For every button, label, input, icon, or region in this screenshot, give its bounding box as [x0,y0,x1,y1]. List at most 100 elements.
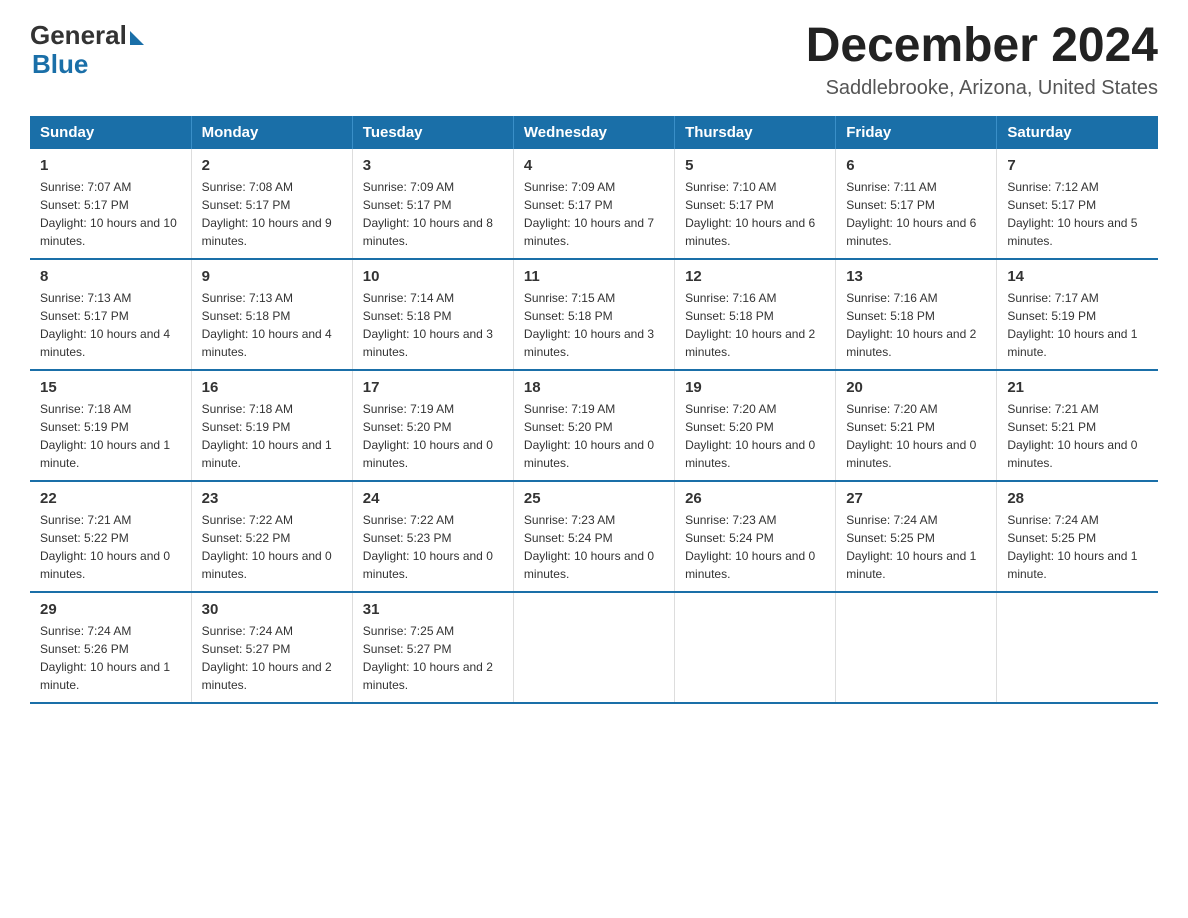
week-row-1: 1 Sunrise: 7:07 AMSunset: 5:17 PMDaylight… [30,149,1158,259]
page-header: General Blue December 2024 Saddlebrooke,… [30,20,1158,100]
day-cell-11: 11Sunrise: 7:15 AMSunset: 5:18 PMDayligh… [513,259,674,370]
day-cell-26: 26 Sunrise: 7:23 AMSunset: 5:24 PMDayligh… [675,481,836,592]
day-number: 5 [685,157,825,174]
logo-blue-text: Blue [30,49,88,80]
day-number: 1 [40,157,181,174]
day-cell-12: 12 Sunrise: 7:16 AMSunset: 5:18 PMDayligh… [675,259,836,370]
day-cell-5: 5 Sunrise: 7:10 AMSunset: 5:17 PMDaylight… [675,149,836,259]
location-text: Saddlebrooke, Arizona, United States [806,77,1158,100]
day-number: 16 [202,379,342,396]
day-cell-3: 3 Sunrise: 7:09 AMSunset: 5:17 PMDaylight… [352,149,513,259]
day-cell-empty [836,592,997,703]
day-info: Sunrise: 7:16 AMSunset: 5:18 PMDaylight:… [846,289,986,361]
day-number: 6 [846,157,986,174]
day-info: Sunrise: 7:21 AMSunset: 5:21 PMDaylight:… [1007,400,1148,472]
week-row-4: 22 Sunrise: 7:21 AMSunset: 5:22 PMDayligh… [30,481,1158,592]
day-info: Sunrise: 7:16 AMSunset: 5:18 PMDaylight:… [685,289,825,361]
day-cell-31: 31Sunrise: 7:25 AMSunset: 5:27 PMDayligh… [352,592,513,703]
day-cell-6: 6Sunrise: 7:11 AMSunset: 5:17 PMDaylight… [836,149,997,259]
day-info: Sunrise: 7:19 AMSunset: 5:20 PMDaylight:… [363,400,503,472]
day-number: 26 [685,490,825,507]
logo: General Blue [30,20,144,80]
header-cell-wednesday: Wednesday [513,116,674,149]
day-number: 10 [363,268,503,285]
day-info: Sunrise: 7:24 AMSunset: 5:26 PMDaylight:… [40,622,181,694]
day-cell-18: 18Sunrise: 7:19 AMSunset: 5:20 PMDayligh… [513,370,674,481]
day-number: 23 [202,490,342,507]
day-info: Sunrise: 7:20 AMSunset: 5:20 PMDaylight:… [685,400,825,472]
day-info: Sunrise: 7:17 AMSunset: 5:19 PMDaylight:… [1007,289,1148,361]
day-number: 2 [202,157,342,174]
day-number: 22 [40,490,181,507]
day-info: Sunrise: 7:10 AMSunset: 5:17 PMDaylight:… [685,178,825,250]
day-cell-23: 23 Sunrise: 7:22 AMSunset: 5:22 PMDayligh… [191,481,352,592]
day-cell-empty [997,592,1158,703]
header-row: SundayMondayTuesdayWednesdayThursdayFrid… [30,116,1158,149]
day-info: Sunrise: 7:21 AMSunset: 5:22 PMDaylight:… [40,511,181,583]
day-cell-15: 15Sunrise: 7:18 AMSunset: 5:19 PMDayligh… [30,370,191,481]
day-number: 17 [363,379,503,396]
day-info: Sunrise: 7:18 AMSunset: 5:19 PMDaylight:… [202,400,342,472]
day-cell-2: 2 Sunrise: 7:08 AMSunset: 5:17 PMDaylight… [191,149,352,259]
day-number: 8 [40,268,181,285]
logo-general-text: General [30,20,127,51]
day-cell-21: 21Sunrise: 7:21 AMSunset: 5:21 PMDayligh… [997,370,1158,481]
day-cell-10: 10Sunrise: 7:14 AMSunset: 5:18 PMDayligh… [352,259,513,370]
day-cell-16: 16 Sunrise: 7:18 AMSunset: 5:19 PMDayligh… [191,370,352,481]
day-info: Sunrise: 7:20 AMSunset: 5:21 PMDaylight:… [846,400,986,472]
day-info: Sunrise: 7:12 AMSunset: 5:17 PMDaylight:… [1007,178,1148,250]
day-cell-28: 28Sunrise: 7:24 AMSunset: 5:25 PMDayligh… [997,481,1158,592]
day-info: Sunrise: 7:07 AMSunset: 5:17 PMDaylight:… [40,178,181,250]
day-info: Sunrise: 7:23 AMSunset: 5:24 PMDaylight:… [524,511,664,583]
day-number: 14 [1007,268,1148,285]
day-cell-9: 9 Sunrise: 7:13 AMSunset: 5:18 PMDaylight… [191,259,352,370]
header-cell-saturday: Saturday [997,116,1158,149]
day-number: 9 [202,268,342,285]
logo-arrow-icon [130,31,144,45]
day-cell-4: 4Sunrise: 7:09 AMSunset: 5:17 PMDaylight… [513,149,674,259]
day-number: 19 [685,379,825,396]
week-row-2: 8Sunrise: 7:13 AMSunset: 5:17 PMDaylight… [30,259,1158,370]
day-number: 25 [524,490,664,507]
day-number: 7 [1007,157,1148,174]
day-info: Sunrise: 7:22 AMSunset: 5:22 PMDaylight:… [202,511,342,583]
day-info: Sunrise: 7:13 AMSunset: 5:18 PMDaylight:… [202,289,342,361]
day-cell-24: 24Sunrise: 7:22 AMSunset: 5:23 PMDayligh… [352,481,513,592]
day-cell-8: 8Sunrise: 7:13 AMSunset: 5:17 PMDaylight… [30,259,191,370]
day-number: 30 [202,601,342,618]
day-info: Sunrise: 7:09 AMSunset: 5:17 PMDaylight:… [363,178,503,250]
day-info: Sunrise: 7:24 AMSunset: 5:25 PMDaylight:… [846,511,986,583]
day-cell-22: 22 Sunrise: 7:21 AMSunset: 5:22 PMDayligh… [30,481,191,592]
day-info: Sunrise: 7:24 AMSunset: 5:25 PMDaylight:… [1007,511,1148,583]
header-cell-sunday: Sunday [30,116,191,149]
day-number: 15 [40,379,181,396]
day-info: Sunrise: 7:22 AMSunset: 5:23 PMDaylight:… [363,511,503,583]
day-cell-empty [513,592,674,703]
day-number: 27 [846,490,986,507]
month-title: December 2024 [806,20,1158,73]
day-number: 11 [524,268,664,285]
day-number: 29 [40,601,181,618]
header-cell-tuesday: Tuesday [352,116,513,149]
day-cell-29: 29 Sunrise: 7:24 AMSunset: 5:26 PMDayligh… [30,592,191,703]
day-cell-17: 17 Sunrise: 7:19 AMSunset: 5:20 PMDayligh… [352,370,513,481]
day-info: Sunrise: 7:08 AMSunset: 5:17 PMDaylight:… [202,178,342,250]
day-cell-30: 30 Sunrise: 7:24 AMSunset: 5:27 PMDayligh… [191,592,352,703]
day-number: 3 [363,157,503,174]
day-cell-19: 19 Sunrise: 7:20 AMSunset: 5:20 PMDayligh… [675,370,836,481]
day-info: Sunrise: 7:19 AMSunset: 5:20 PMDaylight:… [524,400,664,472]
day-cell-27: 27 Sunrise: 7:24 AMSunset: 5:25 PMDayligh… [836,481,997,592]
title-area: December 2024 Saddlebrooke, Arizona, Uni… [806,20,1158,100]
header-cell-monday: Monday [191,116,352,149]
day-cell-14: 14 Sunrise: 7:17 AMSunset: 5:19 PMDayligh… [997,259,1158,370]
day-cell-25: 25 Sunrise: 7:23 AMSunset: 5:24 PMDayligh… [513,481,674,592]
day-cell-empty [675,592,836,703]
day-info: Sunrise: 7:24 AMSunset: 5:27 PMDaylight:… [202,622,342,694]
day-number: 13 [846,268,986,285]
week-row-3: 15 Sunrise: 7:18 AMSunset: 5:19 PMDayligh… [30,370,1158,481]
day-number: 4 [524,157,664,174]
day-info: Sunrise: 7:23 AMSunset: 5:24 PMDaylight:… [685,511,825,583]
day-number: 12 [685,268,825,285]
week-row-5: 29 Sunrise: 7:24 AMSunset: 5:26 PMDayligh… [30,592,1158,703]
day-cell-1: 1 Sunrise: 7:07 AMSunset: 5:17 PMDaylight… [30,149,191,259]
